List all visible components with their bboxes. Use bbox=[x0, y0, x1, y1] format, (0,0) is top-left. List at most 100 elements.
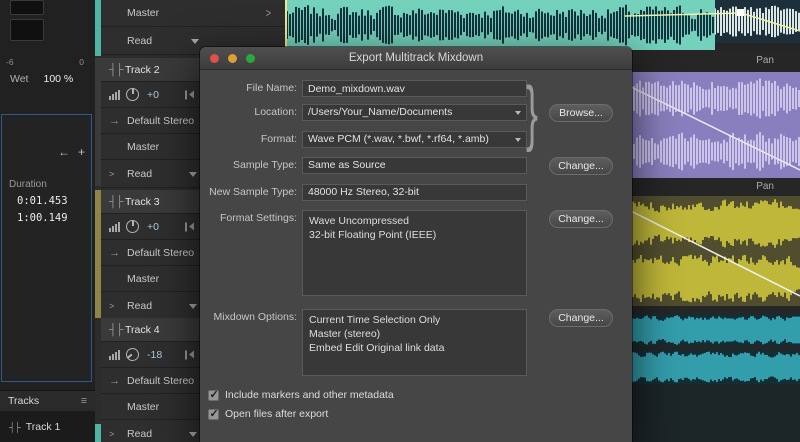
pan-label: Pan bbox=[756, 181, 774, 192]
clip-purple[interactable] bbox=[625, 72, 800, 178]
automation-mode-value: Read bbox=[127, 299, 153, 312]
format-dropdown[interactable]: Wave PCM (*.wav, *.bwf, *.rf64, *.amb) bbox=[302, 131, 527, 148]
pan-label: Pan bbox=[756, 55, 774, 66]
audition-app-window: Pan Pan -6 0 Wet 100 % ← + Duration 0:01… bbox=[0, 0, 800, 442]
chevron-right-icon: > bbox=[109, 300, 115, 311]
selection-duration-value: 0:01.453 bbox=[17, 195, 68, 207]
output-value: Default Stereo bbox=[127, 374, 195, 387]
file-name-input[interactable] bbox=[302, 80, 527, 97]
menu-icon[interactable]: ≡ bbox=[81, 395, 87, 407]
open-files-checkbox[interactable]: ✓ Open files after export bbox=[208, 408, 328, 420]
sample-type-field: Same as Source bbox=[302, 157, 527, 174]
mixdown-options-label: Mixdown Options: bbox=[213, 311, 297, 323]
chevron-down-icon bbox=[189, 303, 197, 309]
wet-value[interactable]: 100 % bbox=[43, 73, 73, 85]
format-settings-line: 32-bit Floating Point (IEEE) bbox=[309, 229, 437, 241]
location-dropdown[interactable]: /Users/Your_Name/Documents bbox=[302, 104, 527, 121]
volume-envelope[interactable] bbox=[625, 72, 800, 178]
track-name: Track 2 bbox=[125, 63, 160, 76]
output-arrow-icon: → bbox=[109, 114, 120, 127]
waveform bbox=[625, 351, 800, 383]
bus-value: Master bbox=[127, 7, 160, 19]
track-bus-row[interactable]: Master > bbox=[101, 0, 285, 27]
format-settings-change-button[interactable]: Change... bbox=[549, 210, 613, 228]
gain-value[interactable]: +0 bbox=[147, 89, 159, 101]
output-value: Default Stereo bbox=[127, 246, 195, 259]
mixdown-options-line: Current Time Selection Only bbox=[309, 314, 441, 326]
bus-value: Master bbox=[127, 400, 160, 413]
sample-type-label: Sample Type: bbox=[232, 159, 297, 171]
duration-label: Duration bbox=[9, 179, 47, 190]
bus-value: Master bbox=[127, 272, 160, 285]
mixdown-options-line: Master (stereo) bbox=[309, 328, 381, 340]
include-markers-checkbox[interactable]: ✓ Include markers and other metadata bbox=[208, 389, 394, 401]
mixdown-options-change-button[interactable]: Change... bbox=[549, 309, 613, 327]
dialog-titlebar[interactable]: Export Multitrack Mixdown bbox=[200, 47, 632, 70]
track-name: Track 1 bbox=[25, 420, 61, 433]
add-icon[interactable]: + bbox=[78, 145, 85, 159]
chevron-right-icon: > bbox=[265, 6, 271, 20]
meter-scale: -6 0 bbox=[6, 57, 84, 67]
level-meter bbox=[10, 0, 44, 15]
track-name: Track 3 bbox=[125, 195, 160, 208]
left-panel: -6 0 Wet 100 % ← + Duration 0:01.453 1:0… bbox=[0, 0, 95, 442]
sample-type-change-button[interactable]: Change... bbox=[549, 157, 613, 175]
back-arrow-icon[interactable]: ← bbox=[58, 145, 70, 159]
total-duration-value: 1:00.149 bbox=[17, 212, 68, 224]
mixdown-options-line: Embed Edit Original link data bbox=[309, 342, 445, 354]
waveform bbox=[625, 315, 800, 345]
bus-value: Master bbox=[127, 140, 160, 153]
group-brace-icon: } bbox=[526, 73, 539, 153]
automation-mode-value: Read bbox=[127, 167, 153, 180]
output-arrow-icon: → bbox=[109, 246, 120, 259]
file-name-label: File Name: bbox=[246, 82, 297, 94]
gain-value[interactable]: -18 bbox=[147, 349, 162, 361]
track-name: Track 4 bbox=[125, 323, 160, 336]
new-sample-type-label: New Sample Type: bbox=[209, 186, 297, 198]
track-icon: ┤├ bbox=[109, 63, 124, 76]
meter-icon bbox=[109, 90, 120, 100]
track-icon: ┤├ bbox=[109, 195, 124, 208]
format-settings-label: Format Settings: bbox=[219, 212, 297, 224]
wet-mix-control[interactable]: Wet 100 % bbox=[10, 73, 92, 85]
format-settings-box: Wave Uncompressed 32-bit Floating Point … bbox=[302, 210, 527, 296]
chevron-down-icon bbox=[189, 171, 197, 177]
automation-mode-value: Read bbox=[127, 427, 153, 440]
pan-control-icon[interactable] bbox=[185, 350, 194, 359]
tracks-list-item-track1[interactable]: ┤├ Track 1 bbox=[0, 411, 95, 442]
checkbox-label: Include markers and other metadata bbox=[225, 389, 394, 401]
pan-control-icon[interactable] bbox=[185, 222, 194, 231]
checkbox-checked-icon: ✓ bbox=[208, 407, 219, 420]
volume-knob[interactable] bbox=[123, 344, 142, 364]
volume-knob[interactable] bbox=[126, 219, 139, 233]
clip-teal-strip-1[interactable] bbox=[625, 314, 800, 346]
meter-icon bbox=[109, 222, 120, 232]
track-icon: ┤├ bbox=[109, 323, 124, 336]
dialog-title: Export Multitrack Mixdown bbox=[348, 52, 484, 64]
chevron-right-icon: > bbox=[109, 428, 115, 439]
checkbox-label: Open files after export bbox=[225, 408, 329, 420]
wet-label: Wet bbox=[10, 73, 29, 85]
format-label: Format: bbox=[260, 133, 297, 145]
selection-view-panel: ← + Duration 0:01.453 1:00.149 bbox=[1, 114, 92, 382]
format-settings-line: Wave Uncompressed bbox=[309, 215, 409, 227]
pan-control-icon[interactable] bbox=[185, 90, 194, 99]
tracks-panel-header: Tracks ≡ bbox=[0, 390, 95, 411]
export-mixdown-dialog: Export Multitrack Mixdown File Name: Loc… bbox=[200, 47, 632, 442]
volume-envelope[interactable] bbox=[625, 0, 800, 40]
gain-value[interactable]: +0 bbox=[147, 221, 159, 233]
scale-mark: -6 bbox=[6, 57, 14, 67]
volume-knob[interactable] bbox=[126, 87, 139, 101]
meter-icon bbox=[109, 350, 120, 360]
output-value: Default Stereo bbox=[127, 114, 195, 127]
volume-envelope[interactable] bbox=[625, 196, 800, 306]
envelope-keyframe bbox=[737, 9, 744, 16]
new-sample-type-field: 48000 Hz Stereo, 32-bit bbox=[302, 184, 527, 201]
clip-yellow[interactable] bbox=[625, 196, 800, 306]
browse-button[interactable]: Browse... bbox=[549, 104, 613, 122]
chevron-right-icon: > bbox=[109, 168, 115, 179]
automation-mode-value: Read bbox=[127, 34, 153, 47]
track-icon: ┤├ bbox=[9, 421, 21, 432]
location-label: Location: bbox=[254, 106, 297, 118]
clip-teal-strip-2[interactable] bbox=[625, 350, 800, 384]
